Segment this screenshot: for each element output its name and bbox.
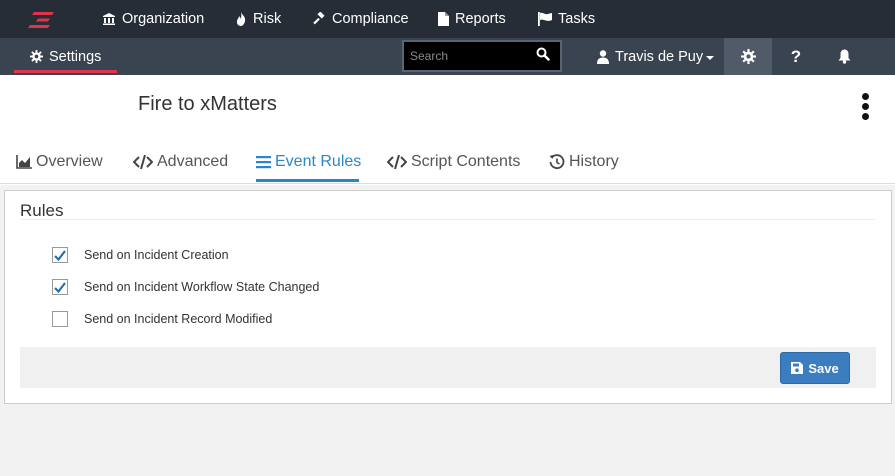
rule-label: Send on Incident Workflow State Changed — [84, 280, 320, 294]
tab-advanced[interactable]: Advanced — [133, 153, 228, 171]
tab-advanced-label: Advanced — [157, 153, 229, 170]
rule-checkbox[interactable] — [52, 247, 68, 263]
chevron-down-icon — [706, 55, 715, 60]
rule-checkbox[interactable] — [52, 311, 68, 327]
gear-icon — [740, 49, 756, 64]
nav-compliance-label: Compliance — [332, 11, 409, 27]
user-menu[interactable]: Travis de Puy — [597, 38, 715, 75]
code-icon — [387, 155, 407, 169]
save-icon — [791, 362, 804, 374]
file-icon — [438, 12, 449, 26]
user-name: Travis de Puy — [615, 48, 704, 65]
top-navbar: Organization Risk Compliance Reports Tas… — [0, 0, 895, 38]
rule-item: Send on Incident Creation — [52, 247, 229, 263]
page-header: Fire to xMatters Overview Advanced Event… — [0, 75, 895, 185]
nav-tasks-label: Tasks — [558, 11, 596, 27]
tab-history[interactable]: History — [549, 153, 619, 171]
nav-compliance[interactable]: Compliance — [312, 0, 409, 38]
code-icon — [133, 155, 153, 169]
gear-icon — [30, 50, 43, 63]
tab-event-rules-label: Event Rules — [275, 153, 362, 170]
settings-tab-label: Settings — [49, 48, 102, 65]
notifications-button[interactable] — [820, 38, 868, 75]
nav-organization-label: Organization — [122, 11, 205, 27]
tab-event-rules[interactable]: Event Rules — [256, 153, 361, 171]
search-box — [402, 40, 562, 72]
save-button-label: Save — [808, 360, 839, 376]
rules-panel: Rules Send on Incident Creation Send on … — [4, 190, 892, 404]
bank-icon — [103, 13, 115, 25]
bell-icon — [838, 49, 850, 64]
history-icon — [549, 154, 565, 170]
active-tab-indicator — [256, 179, 359, 182]
more-options-icon[interactable] — [858, 93, 872, 123]
rule-label: Send on Incident Creation — [84, 248, 229, 262]
user-icon — [597, 49, 609, 64]
nav-tasks[interactable]: Tasks — [538, 0, 595, 38]
nav-risk-label: Risk — [253, 11, 282, 27]
nav-reports[interactable]: Reports — [438, 0, 506, 38]
nav-reports-label: Reports — [455, 11, 506, 27]
search-icon[interactable] — [536, 47, 550, 61]
tab-overview[interactable]: Overview — [16, 153, 103, 171]
nav-organization[interactable]: Organization — [102, 0, 204, 38]
rules-divider — [20, 219, 876, 220]
tab-overview-label: Overview — [36, 153, 103, 170]
rule-item: Send on Incident Workflow State Changed — [52, 279, 319, 295]
fire-icon — [236, 12, 246, 26]
rules-title: Rules — [20, 201, 64, 220]
page-title: Fire to xMatters — [138, 93, 277, 115]
flag-icon — [538, 12, 552, 26]
list-icon — [256, 156, 271, 169]
settings-active-indicator — [14, 70, 117, 73]
rules-footer — [20, 347, 876, 388]
nav-risk[interactable]: Risk — [235, 0, 281, 38]
rule-item: Send on Incident Record Modified — [52, 311, 272, 327]
help-icon: ? — [790, 46, 802, 66]
header-divider — [0, 183, 895, 184]
help-button[interactable]: ? — [772, 38, 820, 75]
tab-script-contents[interactable]: Script Contents — [387, 153, 520, 171]
tab-script-contents-label: Script Contents — [411, 153, 521, 170]
search-input[interactable] — [404, 49, 529, 63]
rule-label: Send on Incident Record Modified — [84, 312, 273, 326]
tab-history-label: History — [569, 153, 619, 170]
checkmark-icon — [54, 249, 66, 261]
logo-icon[interactable] — [28, 9, 58, 31]
gavel-icon — [313, 12, 325, 25]
checkmark-icon — [54, 281, 66, 293]
admin-settings-button[interactable] — [724, 38, 772, 75]
area-chart-icon — [16, 155, 32, 169]
rule-checkbox[interactable] — [52, 279, 68, 295]
save-button[interactable]: Save — [780, 352, 850, 384]
